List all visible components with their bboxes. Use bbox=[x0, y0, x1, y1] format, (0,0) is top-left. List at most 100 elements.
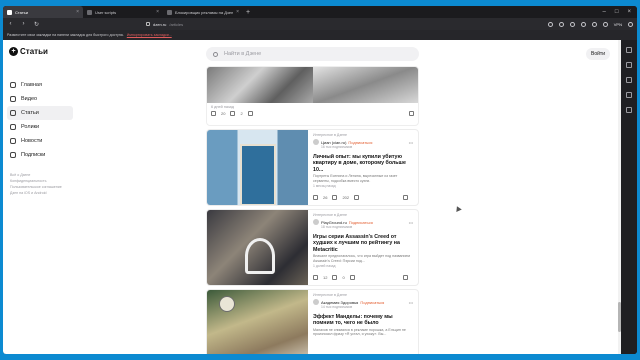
panel-add-icon[interactable] bbox=[626, 107, 632, 113]
like-icon[interactable] bbox=[313, 195, 318, 200]
home-icon bbox=[10, 82, 16, 88]
more-icon[interactable]: ••• bbox=[409, 220, 413, 225]
login-button[interactable]: Войти bbox=[586, 48, 610, 60]
like-count: 26 bbox=[323, 195, 328, 200]
card-image bbox=[207, 290, 308, 354]
more-icon[interactable]: ••• bbox=[409, 300, 413, 305]
sidebar-item-label: Статьи bbox=[21, 110, 39, 116]
like-count: 12 bbox=[323, 275, 328, 280]
sidebar-item-label: Подписки bbox=[21, 152, 46, 158]
maximize-icon[interactable]: □ bbox=[615, 9, 619, 15]
comment-count: 0 bbox=[342, 275, 345, 280]
card-title[interactable]: Личный опыт: мы купили убитую квартиру в… bbox=[313, 154, 413, 173]
close-icon[interactable]: × bbox=[236, 9, 239, 15]
sidebar-item-subscriptions[interactable]: Подписки bbox=[7, 148, 73, 162]
card-age: 6 дней назад bbox=[211, 105, 235, 109]
tab-label: User scripts bbox=[95, 9, 117, 15]
card-category: Интересное в Дзене bbox=[313, 133, 347, 137]
sidebar-item-clips[interactable]: Ролики bbox=[7, 120, 73, 134]
card-description: Портреты Есенина и Ленина, вырезанные из… bbox=[313, 174, 398, 183]
close-icon[interactable]: × bbox=[76, 9, 79, 15]
subscribe-button[interactable]: Подписаться bbox=[360, 300, 384, 305]
zen-logo-icon: + bbox=[9, 47, 18, 56]
avatar[interactable] bbox=[313, 139, 319, 145]
feed-card[interactable]: Интересное в Дзене Академия Здоровья Под… bbox=[206, 289, 419, 354]
vpn-badge[interactable]: VPN bbox=[614, 22, 622, 27]
comment-icon[interactable] bbox=[332, 275, 338, 280]
panel-history-icon[interactable] bbox=[626, 62, 632, 68]
comment-icon[interactable] bbox=[230, 111, 236, 116]
panel-music-icon[interactable] bbox=[626, 77, 632, 83]
comment-icon[interactable] bbox=[332, 195, 338, 200]
feed-card[interactable]: Интересное в Дзене Циан (cian.ru) Подпис… bbox=[206, 129, 419, 206]
clips-icon bbox=[10, 124, 16, 130]
url-host: dzen.ru bbox=[153, 21, 167, 27]
news-icon bbox=[10, 138, 16, 144]
channel-name[interactable]: PlayGround.ru bbox=[321, 220, 347, 225]
sidebar-item-news[interactable]: Новости bbox=[7, 134, 73, 148]
card-image bbox=[207, 130, 308, 205]
cube-icon[interactable] bbox=[602, 21, 608, 27]
menu-icon[interactable] bbox=[628, 21, 633, 27]
card-category: Интересное в Дзене bbox=[313, 213, 347, 217]
forward-icon[interactable]: › bbox=[20, 21, 27, 27]
card-actions: 20 2 bbox=[207, 111, 418, 116]
subscriber-count: 14 тыс подписчиков bbox=[321, 305, 353, 309]
card-category: Интересное в Дзене bbox=[313, 293, 347, 297]
footer-link-apps[interactable]: Дзен на iOS и Android bbox=[10, 190, 73, 196]
dislike-icon[interactable] bbox=[403, 195, 408, 200]
more-icon[interactable]: ••• bbox=[409, 140, 413, 145]
subscriber-count: 16 тыс подписчиков bbox=[321, 145, 353, 149]
dislike-icon[interactable] bbox=[409, 111, 414, 116]
footer-links: Всё о Дзене Конфиденциальность Пользоват… bbox=[7, 172, 73, 196]
feed-card[interactable]: Интересное в Дзене PlayGround.ru Подписа… bbox=[206, 209, 419, 286]
tab-strip: Статьи × User scripts × Блокировщик рекл… bbox=[3, 6, 637, 18]
tab-user-scripts[interactable]: User scripts × bbox=[83, 6, 163, 18]
sidebar-item-home[interactable]: Главная bbox=[7, 78, 73, 92]
tab-adblock[interactable]: Блокировщик рекламы на Дзен × bbox=[163, 6, 243, 18]
like-icon[interactable] bbox=[211, 111, 216, 116]
messenger-icon[interactable] bbox=[569, 21, 575, 27]
search-input[interactable]: Найти в Дзене bbox=[206, 47, 419, 61]
sidebar-item-video[interactable]: Видео bbox=[7, 92, 73, 106]
channel-name[interactable]: Циан (cian.ru) bbox=[321, 140, 346, 145]
url-field[interactable]: dzen.ru/articles bbox=[146, 22, 183, 27]
reload-icon[interactable]: ↻ bbox=[33, 21, 40, 28]
logo[interactable]: + Статьи bbox=[9, 47, 48, 56]
sidebar-item-label: Новости bbox=[21, 138, 43, 144]
like-icon[interactable] bbox=[313, 275, 318, 280]
feed-card[interactable]: 6 дней назад 20 2 bbox=[206, 66, 419, 126]
share-icon[interactable] bbox=[354, 195, 360, 200]
dislike-icon[interactable] bbox=[403, 275, 408, 280]
channel-name[interactable]: Академия Здоровья bbox=[321, 300, 358, 305]
shield-icon[interactable] bbox=[558, 21, 564, 27]
close-icon[interactable]: × bbox=[156, 9, 159, 15]
articles-icon bbox=[10, 110, 16, 116]
tab-label: Статьи bbox=[15, 9, 28, 15]
new-tab-icon[interactable]: + bbox=[243, 9, 253, 16]
panel-notes-icon[interactable] bbox=[626, 92, 632, 98]
subscribe-button[interactable]: Подписаться bbox=[348, 140, 372, 145]
window-close-icon[interactable]: × bbox=[627, 9, 631, 15]
share-icon[interactable] bbox=[349, 275, 355, 280]
sidebar-item-label: Ролики bbox=[21, 124, 40, 130]
download-icon[interactable] bbox=[580, 21, 586, 27]
favicon-icon bbox=[7, 9, 12, 15]
minimize-icon[interactable]: – bbox=[603, 9, 606, 15]
back-icon[interactable]: ‹ bbox=[7, 21, 14, 27]
card-title[interactable]: Игры серии Assassin's Creed от худших к … bbox=[313, 234, 413, 253]
extensions-icon[interactable] bbox=[591, 21, 597, 27]
import-bookmarks-link[interactable]: Импортировать закладки... bbox=[127, 33, 172, 37]
share-icon[interactable] bbox=[247, 111, 253, 116]
card-title[interactable]: Эффект Манделы: почему мы помним то, чег… bbox=[313, 314, 413, 327]
avatar[interactable] bbox=[313, 219, 319, 225]
favicon-icon bbox=[167, 9, 172, 15]
sidebar-item-articles[interactable]: Статьи bbox=[7, 106, 73, 120]
tab-articles[interactable]: Статьи × bbox=[3, 6, 83, 18]
panel-bookmarks-icon[interactable] bbox=[626, 47, 632, 53]
subscribe-button[interactable]: Подписаться bbox=[349, 220, 373, 225]
bookmark-icon[interactable] bbox=[547, 21, 553, 27]
avatar[interactable] bbox=[313, 299, 319, 305]
tab-label: Блокировщик рекламы на Дзен bbox=[175, 9, 234, 15]
card-description: Вначале предполагалось, что игра выйдет … bbox=[313, 254, 411, 263]
